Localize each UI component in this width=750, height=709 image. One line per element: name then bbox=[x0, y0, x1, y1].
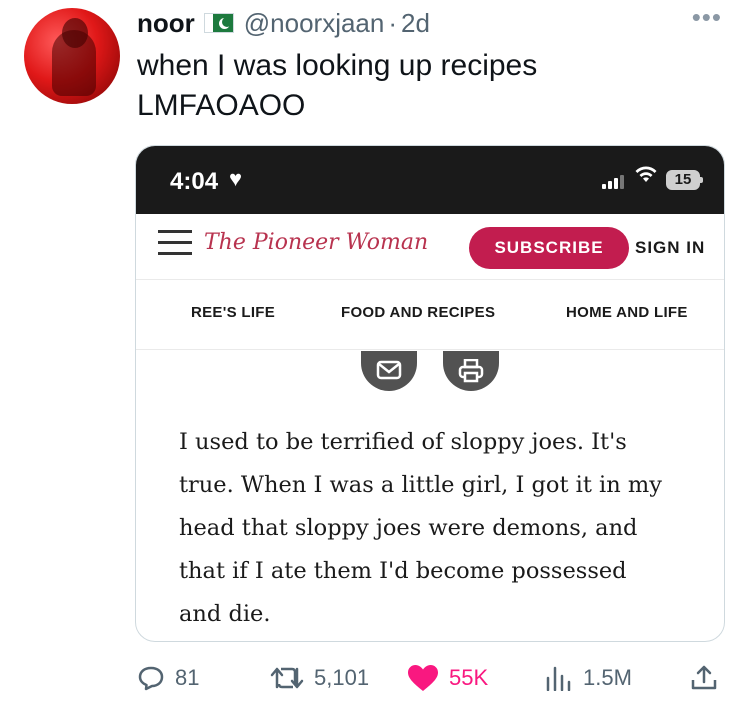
tweet-text-line: LMFAOAOO bbox=[137, 89, 306, 122]
views-button[interactable]: 1.5M bbox=[545, 660, 632, 696]
article-line: and die. bbox=[179, 601, 271, 627]
menu-icon[interactable] bbox=[158, 230, 192, 260]
print-button[interactable] bbox=[443, 351, 499, 391]
like-count: 55K bbox=[449, 665, 489, 690]
article-body: I used to be terrified of sloppy joes. I… bbox=[179, 421, 699, 636]
reply-count: 81 bbox=[175, 665, 200, 690]
email-share-button[interactable] bbox=[361, 351, 417, 391]
article-line: I used to be terrified of sloppy joes. I… bbox=[179, 429, 627, 455]
nav-item-food-and-recipes[interactable]: FOOD AND RECIPES bbox=[341, 304, 495, 321]
battery-icon: 15 bbox=[666, 170, 703, 190]
nav-item-rees-life[interactable]: REE'S LIFE bbox=[191, 304, 275, 321]
phone-status-bar: 4:04 ♥ 15 bbox=[136, 146, 724, 214]
avatar-body-shape bbox=[52, 30, 96, 96]
tweet-header: noor @noorxjaan · 2d bbox=[137, 6, 430, 40]
repost-button[interactable]: 5,101 bbox=[270, 660, 369, 696]
tweet-text-line: when I was looking up recipes bbox=[137, 49, 538, 82]
repost-icon bbox=[270, 667, 304, 689]
nav-item-home-and-life[interactable]: HOME AND LIFE bbox=[566, 304, 688, 321]
author-handle[interactable]: @noorxjaan bbox=[244, 8, 385, 39]
like-button[interactable]: 55K bbox=[407, 660, 488, 696]
mail-icon bbox=[376, 360, 402, 380]
views-icon bbox=[546, 666, 571, 691]
separator-dot: · bbox=[388, 7, 398, 38]
share-button[interactable] bbox=[690, 660, 728, 696]
view-count: 1.5M bbox=[583, 665, 632, 690]
article-line: true. When I was a little girl, I got it… bbox=[179, 472, 662, 498]
wifi-icon bbox=[634, 164, 658, 190]
heart-icon: ♥ bbox=[229, 166, 243, 191]
author-name[interactable]: noor bbox=[137, 8, 195, 39]
tweet-text: when I was looking up recipes LMFAOAOO bbox=[137, 46, 537, 126]
more-options-icon[interactable]: ••• bbox=[692, 4, 722, 30]
subscribe-button[interactable]: SUBSCRIBE bbox=[469, 227, 629, 269]
reply-icon bbox=[138, 666, 164, 691]
site-header: The Pioneer Woman SUBSCRIBE SIGN IN bbox=[136, 214, 724, 280]
avatar[interactable] bbox=[24, 8, 120, 104]
attached-screenshot[interactable]: 4:04 ♥ 15 The Pioneer Woman SUBSCRIBE SI… bbox=[135, 145, 725, 642]
heart-filled-icon bbox=[408, 665, 438, 691]
site-logo[interactable]: The Pioneer Woman bbox=[204, 226, 428, 260]
share-icon bbox=[691, 665, 717, 690]
sign-in-link[interactable]: SIGN IN bbox=[635, 227, 705, 269]
pakistan-flag-icon bbox=[203, 13, 234, 33]
site-nav: REE'S LIFE FOOD AND RECIPES HOME AND LIF… bbox=[136, 280, 724, 350]
tweet-actions: 81 5,101 55K 1.5M bbox=[135, 660, 725, 696]
tweet-timestamp[interactable]: 2d bbox=[401, 8, 430, 39]
printer-icon bbox=[458, 359, 484, 383]
status-time: 4:04 bbox=[170, 168, 219, 195]
repost-count: 5,101 bbox=[314, 665, 370, 690]
article-line: head that sloppy joes were demons, and bbox=[179, 515, 638, 541]
article-line: that if I ate them I'd become possessed bbox=[179, 558, 627, 584]
reply-button[interactable]: 81 bbox=[137, 660, 199, 696]
signal-icon bbox=[602, 175, 624, 189]
